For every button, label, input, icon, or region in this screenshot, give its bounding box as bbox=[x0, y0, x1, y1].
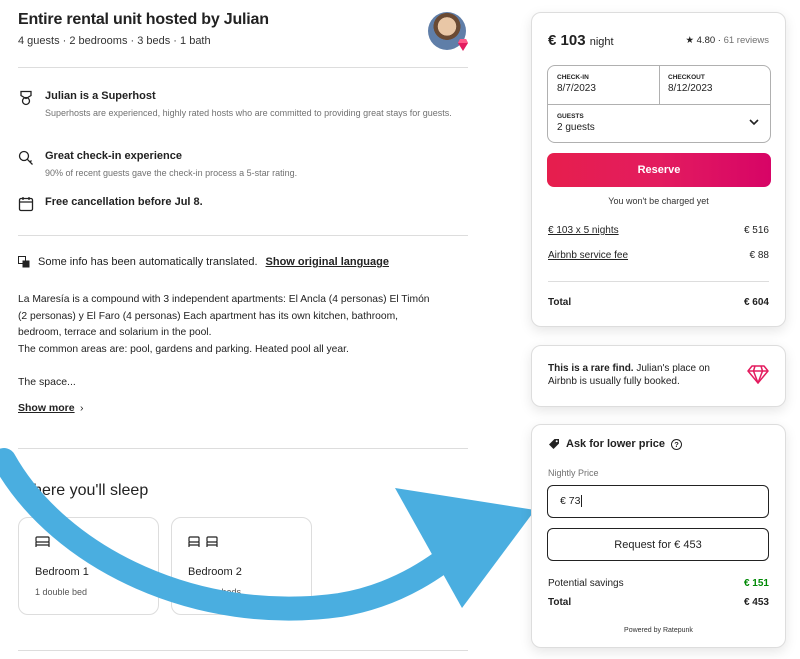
the-space-text: The space... bbox=[18, 376, 76, 388]
listing-title: Entire rental unit hosted by Julian bbox=[18, 11, 269, 28]
reserve-button[interactable]: Reserve bbox=[547, 153, 771, 187]
key-icon bbox=[18, 150, 33, 165]
ratepunk-ask-card: Ask for lower price ? Nightly Price € 73… bbox=[531, 424, 786, 648]
bedroom-card[interactable]: Bedroom 1 1 double bed bbox=[18, 517, 159, 615]
savings-row: Potential savings € 151 bbox=[548, 578, 769, 589]
bedroom-beds: 2 single beds bbox=[188, 587, 242, 597]
not-charged-note: You won't be charged yet bbox=[608, 196, 709, 206]
divider bbox=[659, 66, 660, 104]
superhost-medal-icon bbox=[20, 90, 32, 106]
rating-value: ★ 4.80 · bbox=[685, 35, 721, 46]
bed-icons bbox=[188, 536, 218, 548]
checkin-label: CHECK-IN bbox=[557, 74, 589, 81]
feature-title: Julian is a Superhost bbox=[45, 90, 156, 102]
fee-row: Airbnb service fee € 88 bbox=[548, 250, 769, 261]
single-bed-icon bbox=[188, 536, 200, 547]
diamond-icon bbox=[747, 365, 769, 384]
checkout-field[interactable]: CHECKOUT 8/12/2023 bbox=[668, 74, 713, 94]
savings-label: Potential savings bbox=[548, 578, 624, 589]
service-fee-link[interactable]: Airbnb service fee bbox=[548, 250, 628, 261]
ask-total-label: Total bbox=[548, 597, 572, 608]
nightly-price-label: Nightly Price bbox=[548, 468, 599, 478]
bedroom-name: Bedroom 2 bbox=[188, 566, 242, 578]
description-line: La Maresía is a compound with 3 independ… bbox=[18, 294, 430, 305]
rating: ★ 4.80 · 61 reviews bbox=[685, 35, 769, 46]
bedroom-name: Bedroom 1 bbox=[35, 566, 89, 578]
booking-card: € 103 night ★ 4.80 · 61 reviews CHECK-IN… bbox=[531, 12, 786, 327]
chevron-down-icon[interactable] bbox=[748, 116, 760, 128]
nights-row: € 103 x 5 nights € 516 bbox=[548, 225, 769, 236]
help-icon[interactable]: ? bbox=[671, 438, 683, 450]
divider bbox=[18, 448, 468, 449]
feature-desc: Superhosts are experienced, highly rated… bbox=[45, 108, 452, 118]
rare-find-card: This is a rare find. Julian's place on A… bbox=[531, 345, 786, 407]
calendar-icon bbox=[18, 197, 34, 212]
show-original-language-link[interactable]: Show original language bbox=[266, 256, 389, 268]
bed-icons bbox=[35, 536, 50, 548]
price-unit: night bbox=[589, 36, 614, 48]
nightly-price: € 103 night bbox=[548, 32, 614, 49]
description-line: The common areas are: pool, gardens and … bbox=[18, 343, 349, 355]
ask-title: Ask for lower price bbox=[566, 438, 666, 450]
nights-breakdown-link[interactable]: € 103 x 5 nights bbox=[548, 225, 619, 236]
single-bed-icon bbox=[206, 536, 218, 547]
where-you-sleep-title: Where you'll sleep bbox=[18, 482, 149, 499]
divider bbox=[18, 650, 468, 651]
translate-icon bbox=[18, 256, 30, 268]
service-fee-amount: € 88 bbox=[749, 250, 769, 261]
nightly-price-input[interactable]: € 73 bbox=[547, 485, 769, 518]
reviews-link[interactable]: 61 reviews bbox=[724, 35, 769, 46]
powered-by-ratepunk: Powered by Ratepunk bbox=[624, 627, 693, 634]
request-price-button[interactable]: Request for € 453 bbox=[547, 528, 769, 561]
superhost-badge-icon bbox=[458, 39, 468, 51]
feature-title: Free cancellation before Jul 8. bbox=[45, 196, 203, 208]
guests-value: 2 guests bbox=[557, 122, 595, 133]
description-line: bedroom, terrace and solarium in the poo… bbox=[18, 327, 212, 338]
description-line: (2 personas) y El Faro (4 personas) Each… bbox=[18, 310, 399, 322]
checkout-value: 8/12/2023 bbox=[668, 83, 713, 94]
divider bbox=[18, 67, 468, 68]
nightly-price-value: € 73 bbox=[560, 495, 581, 507]
divider bbox=[548, 104, 770, 105]
bedroom-beds: 1 double bed bbox=[35, 587, 88, 597]
show-more-link[interactable]: Show more bbox=[18, 402, 75, 414]
divider bbox=[548, 281, 769, 282]
guests-label: GUESTS bbox=[557, 113, 584, 120]
rare-find-text: This is a rare find. Julian's place on A… bbox=[548, 362, 738, 388]
checkout-label: CHECKOUT bbox=[668, 74, 705, 81]
host-avatar[interactable] bbox=[428, 12, 468, 51]
feature-title: Great check-in experience bbox=[45, 150, 182, 162]
total-label: Total bbox=[548, 297, 572, 308]
translation-text: Some info has been automatically transla… bbox=[38, 256, 258, 268]
ask-total-row: Total € 453 bbox=[548, 597, 769, 608]
rare-find-bold: This is a rare find. bbox=[548, 363, 634, 374]
total-amount: € 604 bbox=[743, 297, 769, 308]
chevron-right-icon: › bbox=[80, 402, 84, 414]
booking-inputs: CHECK-IN 8/7/2023 CHECKOUT 8/12/2023 GUE… bbox=[547, 65, 771, 143]
divider bbox=[18, 235, 468, 236]
double-bed-icon bbox=[35, 536, 50, 547]
total-row: Total € 604 bbox=[548, 297, 769, 308]
translation-notice: Some info has been automatically transla… bbox=[18, 256, 389, 268]
guests-field[interactable]: GUESTS 2 guests bbox=[557, 113, 595, 133]
nights-amount: € 516 bbox=[743, 225, 769, 236]
checkin-value: 8/7/2023 bbox=[557, 83, 596, 94]
price-value: € 103 bbox=[548, 32, 586, 49]
ask-header: Ask for lower price ? bbox=[548, 438, 683, 450]
savings-amount: € 151 bbox=[743, 578, 769, 589]
price-tag-icon bbox=[549, 439, 559, 449]
ask-total-amount: € 453 bbox=[743, 597, 769, 608]
text-cursor bbox=[581, 495, 583, 508]
listing-subtitle: 4 guests · 2 bedrooms · 3 beds · 1 bath bbox=[18, 35, 211, 47]
bedroom-card[interactable]: Bedroom 2 2 single beds bbox=[171, 517, 312, 615]
feature-desc: 90% of recent guests gave the check-in p… bbox=[45, 168, 298, 178]
listing-description: La Maresía is a compound with 3 independ… bbox=[18, 292, 468, 358]
checkin-field[interactable]: CHECK-IN 8/7/2023 bbox=[557, 74, 596, 94]
